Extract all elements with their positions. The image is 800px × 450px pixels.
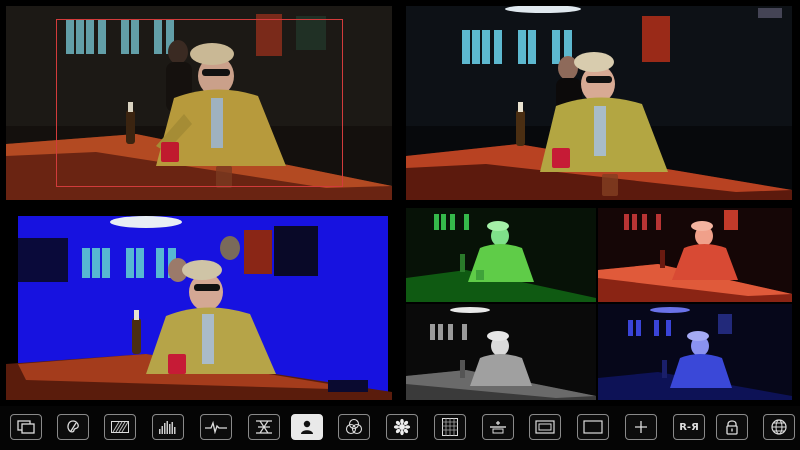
rgb-circles-icon[interactable]	[338, 414, 370, 440]
channel-green[interactable]	[406, 208, 596, 302]
focus-peaking-icon[interactable]	[248, 414, 280, 440]
bottom-toolbar: R-Я	[0, 406, 800, 450]
color-palette-icon[interactable]	[57, 414, 89, 440]
gear-icon[interactable]	[386, 414, 418, 440]
mirror-label-text: R-Я	[679, 421, 699, 433]
lock-icon[interactable]	[716, 414, 748, 440]
channel-luma[interactable]	[406, 304, 596, 400]
crosshair-icon[interactable]	[625, 414, 657, 440]
frame-guide-icon[interactable]	[577, 414, 609, 440]
level-icon[interactable]	[482, 414, 514, 440]
globe-icon[interactable]	[763, 414, 795, 440]
person-icon[interactable]	[291, 414, 323, 440]
waveform-icon[interactable]	[200, 414, 232, 440]
channel-blue[interactable]	[598, 304, 792, 400]
viewport-original[interactable]	[6, 6, 392, 200]
multiview-icon[interactable]	[10, 414, 42, 440]
zebra-stripes-icon[interactable]	[104, 414, 136, 440]
scene-image	[406, 6, 792, 200]
viewport-enhanced[interactable]	[406, 6, 792, 200]
viewport-channel-split[interactable]	[406, 208, 792, 400]
grid-icon[interactable]	[434, 414, 466, 440]
viewport-false-color[interactable]	[6, 208, 392, 400]
scene-image	[6, 208, 392, 400]
roi-rectangle[interactable]	[56, 19, 343, 187]
mirror-label[interactable]: R-Я	[673, 414, 705, 440]
channel-red[interactable]	[598, 208, 792, 302]
safe-area-icon[interactable]	[529, 414, 561, 440]
histogram-icon[interactable]	[152, 414, 184, 440]
